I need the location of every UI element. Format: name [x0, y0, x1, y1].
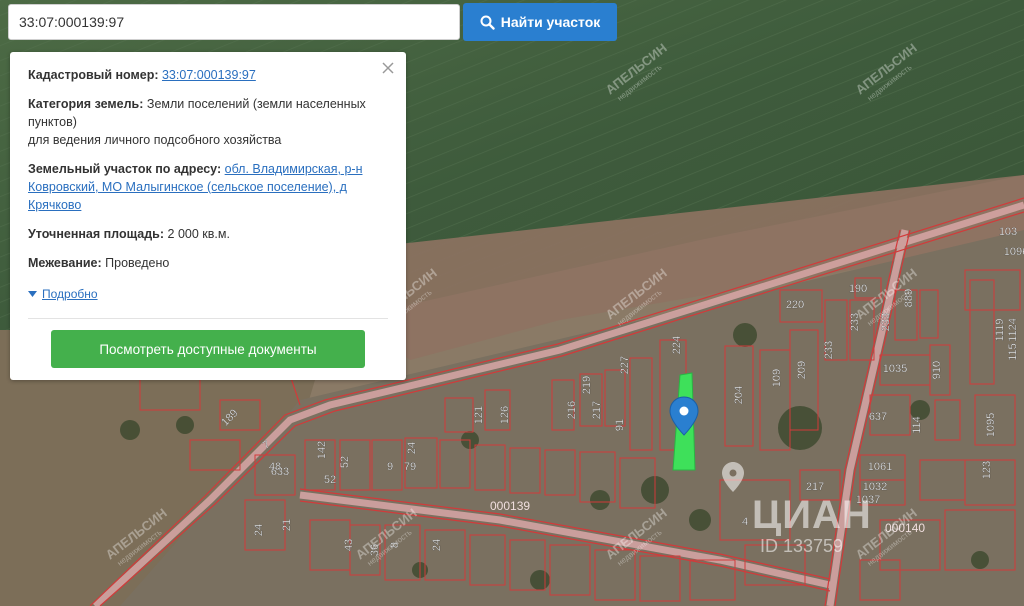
plot-number-label: 121 — [473, 406, 485, 424]
plot-number-label: 109 — [771, 369, 783, 387]
plot-number-label: 1096 — [1004, 246, 1024, 258]
plot-number-label: 1095 — [985, 413, 997, 437]
plot-number-label: 123 — [981, 461, 993, 479]
plot-number-label: 217 — [591, 401, 603, 419]
area-row: Уточненная площадь: 2 000 кв.м. — [28, 225, 388, 243]
more-details-label: Подробно — [42, 287, 98, 301]
plot-number-label: 1061 — [868, 461, 892, 473]
plot-number-label: 233 — [823, 341, 835, 359]
cadastral-number-link[interactable]: 33:07:000139:97 — [162, 68, 256, 82]
area-label: Уточненная площадь: — [28, 227, 165, 241]
plot-number-label: 220 — [786, 299, 804, 311]
plot-number-label: 204 — [733, 386, 745, 404]
plot-number-label: 24 — [406, 442, 418, 454]
plot-number-label: 24 — [431, 539, 443, 551]
plot-number-label: 219 — [581, 376, 593, 394]
plot-number-label: 91 — [614, 419, 626, 431]
land-category-row: Категория земель: Земли поселений (земли… — [28, 95, 388, 149]
plot-number-label: 103 — [999, 226, 1017, 238]
plot-number-label: 52 — [324, 474, 336, 486]
plot-number-label: 9 — [387, 461, 393, 473]
plot-number-label: 126 — [499, 406, 511, 424]
cian-text: ЦИАН — [752, 493, 872, 537]
plot-number-label: 224 — [671, 336, 683, 354]
address-row: Земельный участок по адресу: обл. Владим… — [28, 160, 388, 214]
close-icon[interactable] — [380, 60, 396, 76]
quarter-label: 000139 — [490, 499, 530, 513]
survey-value: Проведено — [105, 256, 170, 270]
plot-number-label: 1124 — [1007, 318, 1019, 342]
address-label: Земельный участок по адресу: — [28, 162, 222, 176]
caret-down-icon — [28, 291, 37, 297]
plot-number-label: 142 — [316, 441, 328, 459]
plot-number-label: 217 — [806, 481, 824, 493]
cadastral-number-label: Кадастровый номер: — [28, 68, 159, 82]
plot-number-label: 637 — [869, 411, 887, 423]
plot-number-label: 79 — [404, 461, 416, 473]
land-category-label: Категория земель: — [28, 97, 144, 111]
plot-number-label: 1032 — [863, 481, 887, 493]
plot-number-label: 115 — [1007, 343, 1019, 361]
find-plot-button[interactable]: Найти участок — [463, 3, 617, 41]
parcel-info-panel: Кадастровый номер: 33:07:000139:97 Катег… — [10, 52, 406, 380]
cadastral-number-row: Кадастровый номер: 33:07:000139:97 — [28, 66, 388, 84]
more-details-link[interactable]: Подробно — [28, 285, 98, 303]
survey-row: Межевание: Проведено — [28, 254, 388, 272]
area-value: 2 000 кв.м. — [167, 227, 230, 241]
plot-number-label: 910 — [931, 361, 943, 379]
cadastral-search-input[interactable] — [8, 4, 460, 40]
search-icon — [480, 15, 495, 30]
plot-number-label: 216 — [566, 401, 578, 419]
plot-number-label: 190 — [849, 283, 867, 295]
plot-number-label: 227 — [619, 356, 631, 374]
find-plot-label: Найти участок — [500, 14, 601, 30]
plot-number-label: 1035 — [883, 363, 907, 375]
plot-number-label: 1119 — [994, 319, 1006, 342]
plot-number-label: 114 — [911, 416, 923, 434]
panel-divider — [28, 318, 388, 319]
plot-number-label: 4 — [742, 516, 748, 528]
view-documents-button[interactable]: Посмотреть доступные документы — [51, 330, 365, 368]
survey-label: Межевание: — [28, 256, 102, 270]
land-usage-value: для ведения личного подсобного хозяйства — [28, 133, 282, 147]
cian-id: ID 133759 — [760, 536, 843, 556]
plot-number-label: 52 — [339, 456, 351, 468]
plot-number-label: 21 — [281, 519, 293, 531]
plot-number-label: 48 — [269, 461, 281, 473]
plot-number-label: 209 — [796, 361, 808, 379]
plot-number-label: 24 — [253, 524, 265, 536]
